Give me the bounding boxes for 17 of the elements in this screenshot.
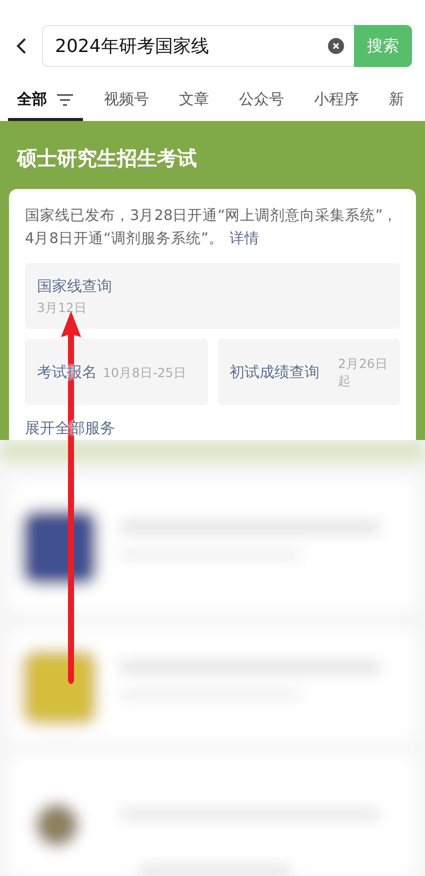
tab[interactable]: 新: [380, 90, 413, 121]
service-date: 3月12日: [37, 299, 88, 316]
service-tile[interactable]: 国家线查询 3月12日: [25, 263, 400, 329]
service-date: 2月26日起: [338, 355, 388, 389]
banner-title: 硕士研究生招生考试: [17, 145, 198, 172]
details-link[interactable]: 详情: [229, 231, 260, 247]
service-date: 10月8日-25日: [103, 364, 186, 380]
notice-text: 国家线已发布，3月28日开通“网上调剂意向采集系统”，4月8日开通“调剂服务系统”。 详情: [25, 206, 399, 249]
search-field[interactable]: 2024年研考国家线: [42, 25, 354, 67]
search-text: 2024年研考国家线: [55, 35, 210, 58]
service-tile[interactable]: 初试成绩查询 2月26日起: [218, 339, 400, 405]
tab[interactable]: 小程序: [305, 90, 368, 121]
filter-icon[interactable]: [56, 93, 74, 107]
tab[interactable]: 视频号: [95, 90, 158, 121]
tab[interactable]: 文章: [170, 90, 218, 121]
tab[interactable]: 公众号: [230, 90, 293, 121]
clear-icon[interactable]: [328, 38, 344, 54]
